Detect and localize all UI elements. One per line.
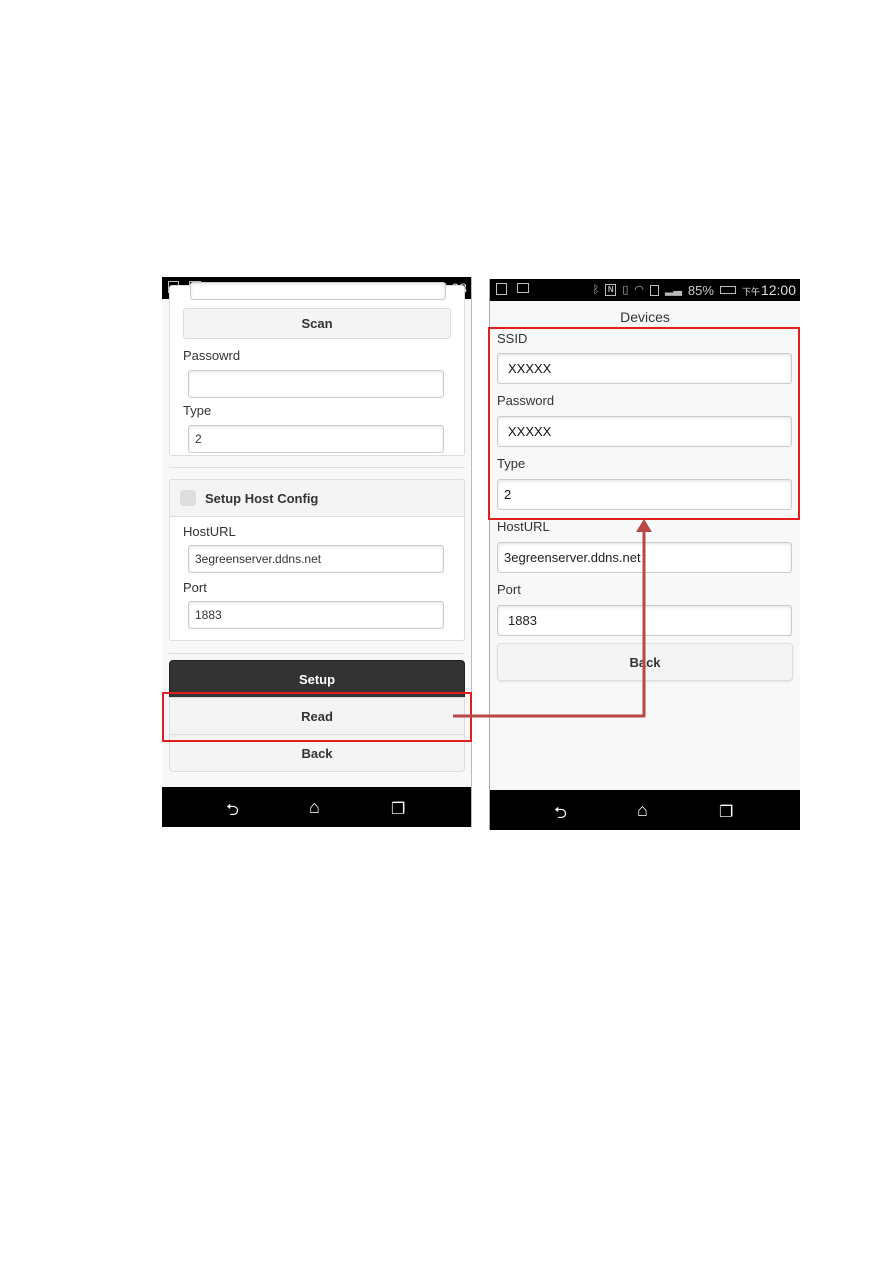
setup-host-config-toggle[interactable]: Setup Host Config (169, 479, 465, 517)
scan-button[interactable]: Scan (183, 308, 451, 339)
battery-icon (719, 286, 736, 294)
host-url-input[interactable]: 3egreenserver.ddns.net (188, 545, 444, 573)
home-nav-icon[interactable]: ⌂ (637, 800, 648, 821)
host-url-input[interactable]: 3egreenserver.ddns.net (497, 542, 792, 573)
ssid-input-partial[interactable] (190, 282, 446, 300)
host-url-label: HostURL (183, 524, 236, 539)
password-input[interactable] (188, 370, 444, 398)
time-prefix: 下午 (741, 287, 760, 297)
recents-nav-icon[interactable]: ❐ (391, 799, 405, 819)
port-input[interactable]: 1883 (188, 601, 444, 629)
host-url-label: HostURL (497, 519, 550, 534)
wifi-fields-highlight (488, 327, 800, 520)
section-divider (169, 653, 465, 654)
setup-host-config-label: Setup Host Config (205, 490, 319, 506)
sim-icon (649, 284, 659, 296)
back-nav-icon[interactable]: ⮌ (226, 799, 239, 826)
clock: 下午12:00 (742, 282, 796, 298)
read-button-highlight (162, 692, 472, 742)
left-phone-screen: ᛒ N ◠ ▂▃ 19% 下午5:08 Scan Passowrd Type 2… (162, 277, 472, 827)
page-title: Devices (620, 309, 670, 325)
section-divider (169, 467, 465, 468)
nfc-icon: N (605, 284, 617, 296)
mail-icon (517, 283, 529, 293)
bluetooth-icon: ᛒ (592, 284, 600, 296)
back-nav-icon[interactable]: ⮌ (554, 802, 567, 829)
navigation-bar: ⮌ ⌂ ❐ (162, 787, 471, 827)
back-button[interactable]: Back (497, 643, 793, 681)
time: 12:00 (760, 282, 796, 298)
port-label: Port (183, 580, 207, 595)
checkbox-icon[interactable] (180, 490, 196, 506)
password-label: Passowrd (183, 348, 241, 363)
port-label: Port (497, 582, 521, 597)
screen-icon (496, 283, 507, 295)
recents-nav-icon[interactable]: ❐ (719, 802, 733, 822)
navigation-bar: ⮌ ⌂ ❐ (490, 790, 800, 830)
home-nav-icon[interactable]: ⌂ (309, 797, 320, 818)
type-label: Type (183, 403, 212, 418)
signal-icon: ▂▃ (664, 284, 682, 296)
host-config-panel: HostURL 3egreenserver.ddns.net Port 1883 (169, 517, 465, 641)
wifi-icon: ◠ (634, 284, 644, 296)
vibrate-icon: ▯ (622, 284, 629, 296)
battery-percent: 85% (687, 282, 714, 298)
type-input[interactable]: 2 (188, 425, 444, 453)
port-input[interactable]: 1883 (497, 605, 792, 636)
wifi-config-panel: Scan Passowrd Type 2 (169, 282, 465, 456)
status-bar: ᛒ N ▯ ◠ ▂▃ 85% 下午12:00 (490, 279, 800, 301)
